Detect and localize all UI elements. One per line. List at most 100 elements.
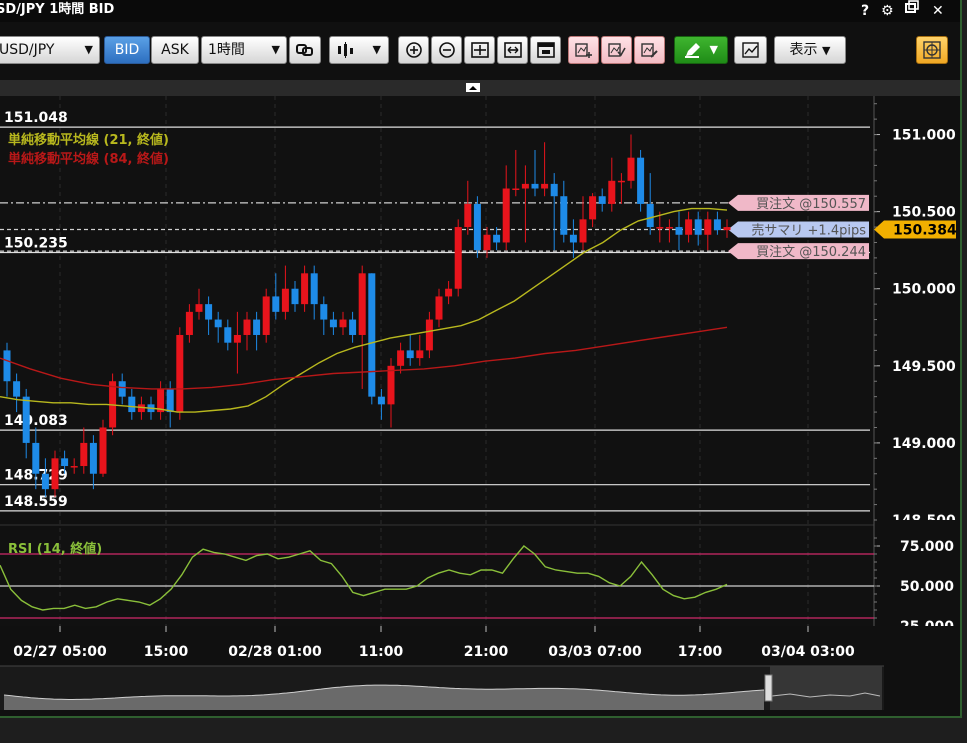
x-tick-label: 11:00 [359, 644, 404, 660]
candle-body[interactable] [224, 327, 232, 343]
x-tick-label: 03/03 07:00 [548, 644, 642, 660]
candle-body[interactable] [656, 227, 664, 229]
y-tick-label-partial: 148.500 [892, 513, 956, 529]
order-tag-label: 買注文 @150.244 [756, 245, 866, 260]
rsi-tick-label: 50.000 [900, 579, 954, 595]
candle-body[interactable] [598, 196, 606, 204]
candle-body[interactable] [665, 227, 673, 229]
rsi-legend: RSI (14, 終値) [8, 541, 102, 557]
candle-body[interactable] [61, 458, 69, 467]
candle-body[interactable] [329, 319, 337, 328]
rsi-panel[interactable] [0, 530, 874, 626]
candle-body[interactable] [41, 473, 49, 490]
chart-window: SD/JPY 1時間 BID ? ⚙ ✕ USD/JPY ▼ BID ASK 1… [0, 0, 962, 718]
x-tick-label: 15:00 [144, 644, 189, 660]
y-tick-label: 149.000 [892, 436, 956, 452]
candle-body[interactable] [205, 304, 213, 320]
candle-body[interactable] [80, 442, 88, 467]
price-line-label: 151.048 [4, 110, 68, 126]
price-chart[interactable]: 02/27 05:00 15:00 02/28 01:00 11:00 21:00 03/… [0, 0, 960, 716]
candle-body[interactable] [13, 381, 21, 397]
order-tag-label: 買注文 @150.557 [756, 197, 866, 212]
rsi-tick-label: 75.000 [900, 539, 954, 555]
candle-body[interactable] [128, 396, 136, 413]
candle-body[interactable] [579, 219, 587, 243]
candle-body[interactable] [531, 183, 539, 189]
candle-body[interactable] [320, 304, 328, 320]
candle-body[interactable] [99, 427, 107, 474]
candle-body[interactable] [521, 183, 529, 189]
candle-body[interactable] [713, 219, 721, 231]
candle-body[interactable] [675, 227, 683, 235]
candle-body[interactable] [70, 466, 78, 468]
candle-body[interactable] [445, 288, 453, 297]
candle-body[interactable] [512, 188, 520, 191]
price-line-label: 149.083 [4, 413, 68, 429]
candle-body[interactable] [349, 319, 357, 335]
candle-body[interactable] [397, 350, 405, 366]
candle-body[interactable] [339, 319, 347, 328]
candle-body[interactable] [377, 396, 385, 405]
candle-body[interactable] [608, 180, 616, 204]
candle-body[interactable] [214, 319, 222, 328]
candle-body[interactable] [243, 319, 251, 335]
candle-body[interactable] [272, 296, 280, 312]
candle-body[interactable] [358, 273, 366, 335]
candle-body[interactable] [195, 304, 203, 312]
candle-body[interactable] [368, 273, 376, 397]
candle-body[interactable] [118, 381, 126, 397]
y-tick-label: 150.000 [892, 282, 956, 298]
candle-body[interactable] [22, 396, 30, 443]
candle-body[interactable] [704, 219, 712, 235]
candle-body[interactable] [166, 388, 174, 413]
order-tag-label: 売サマリ +1.4pips [751, 223, 866, 239]
candle-body[interactable] [646, 203, 654, 228]
candle-body[interactable] [406, 350, 414, 359]
candle-body[interactable] [435, 296, 443, 320]
candle-body[interactable] [291, 288, 299, 305]
candle-body[interactable] [262, 296, 270, 335]
candle-body[interactable] [723, 227, 731, 231]
candle-body[interactable] [185, 311, 193, 335]
candle-body[interactable] [627, 157, 635, 181]
candle-body[interactable] [89, 442, 97, 474]
candle-body[interactable] [3, 350, 11, 382]
candle-body[interactable] [454, 227, 462, 289]
candle-body[interactable] [502, 188, 510, 243]
candle-body[interactable] [541, 183, 549, 189]
candle-body[interactable] [464, 203, 472, 228]
x-tick-label: 17:00 [678, 644, 723, 660]
candle-body[interactable] [569, 234, 577, 243]
candle-body[interactable] [233, 334, 241, 343]
candle-body[interactable] [387, 365, 395, 405]
candle-body[interactable] [281, 288, 289, 312]
candle-body[interactable] [416, 350, 424, 359]
x-tick-label: 03/04 03:00 [761, 644, 855, 660]
candle-body[interactable] [637, 157, 645, 204]
y-tick-label: 149.500 [892, 359, 956, 375]
candle-body[interactable] [32, 442, 40, 474]
candle-body[interactable] [550, 183, 558, 197]
navigator-handle-left[interactable] [764, 674, 773, 702]
candle-body[interactable] [425, 319, 433, 351]
candle-body[interactable] [617, 180, 625, 183]
candle-body[interactable] [301, 273, 309, 305]
candle-body[interactable] [685, 219, 693, 235]
price-line-label: 150.235 [4, 235, 68, 251]
sma21-legend: 単純移動平均線 (21, 終値) [8, 132, 169, 148]
candle-body[interactable] [493, 234, 501, 243]
candle-body[interactable] [694, 219, 702, 235]
rsi-tick-label-partial: 25.000 [900, 619, 954, 635]
candle-body[interactable] [51, 458, 59, 490]
navigator-window[interactable] [770, 666, 882, 710]
candle-body[interactable] [253, 319, 261, 335]
candle-body[interactable] [473, 203, 481, 251]
candle-body[interactable] [176, 334, 184, 413]
current-price-label: 150.384 [893, 223, 957, 239]
candle-body[interactable] [483, 234, 491, 251]
x-tick-label: 21:00 [464, 644, 509, 660]
x-tick-label: 02/28 01:00 [228, 644, 322, 660]
candle-body[interactable] [310, 273, 318, 305]
candle-body[interactable] [589, 196, 597, 220]
candle-body[interactable] [560, 196, 568, 235]
